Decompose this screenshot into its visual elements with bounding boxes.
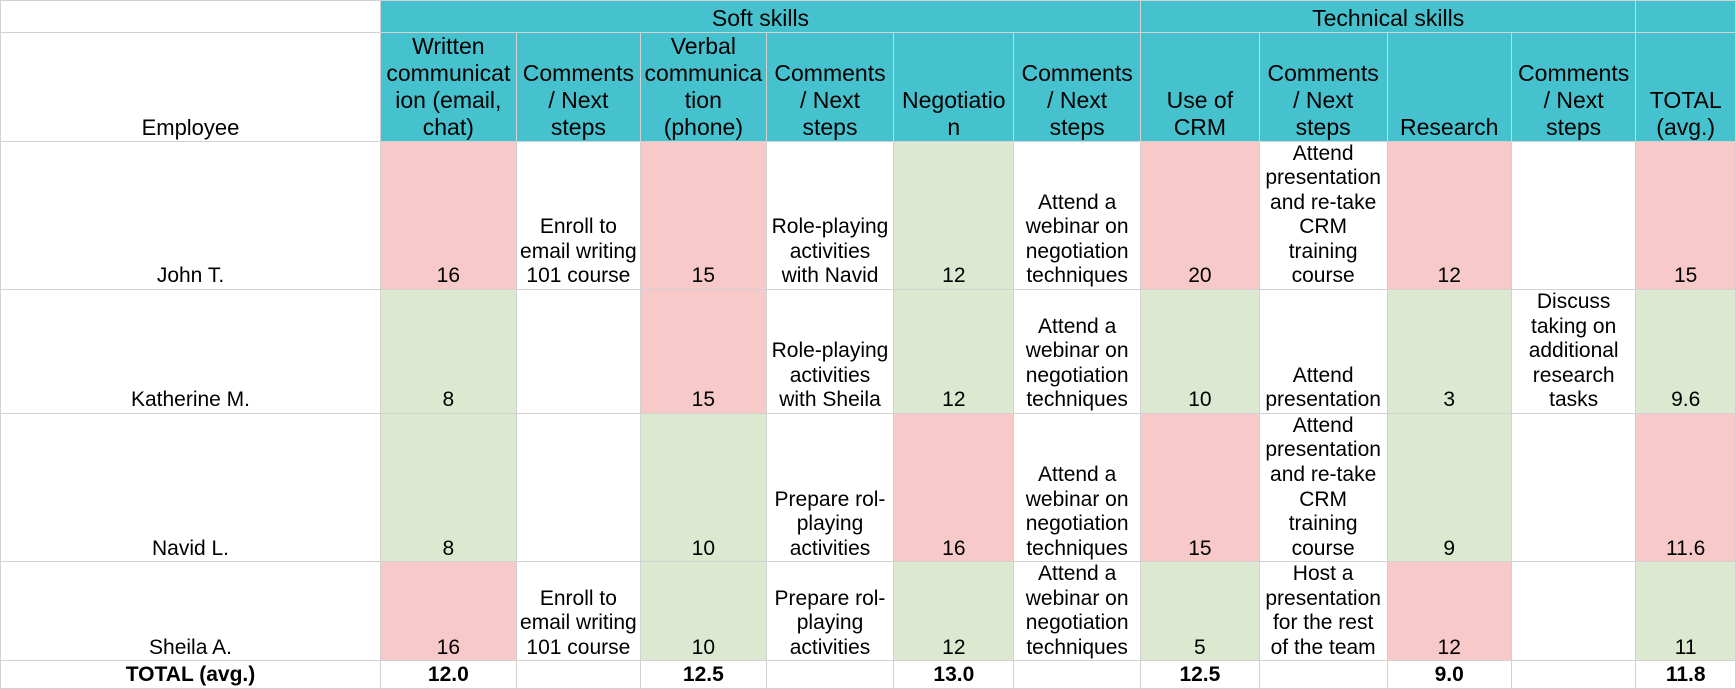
column-header-crm: Use of CRM (1140, 32, 1260, 142)
comment-cell-crm_c: Attend presentation (1258, 289, 1388, 414)
score-cell-total: 11 (1635, 561, 1736, 662)
comment-cell-written_c: Enroll to email writing 101 course (515, 140, 642, 291)
score-cell-written: 16 (379, 140, 517, 291)
skills-scorecard-table: Soft skills Technical skills Employee Writt… (0, 0, 1736, 689)
table-row: Katherine M. 8 15 Role-playing activities w… (0, 289, 1736, 414)
column-header-written_c: Comments / Next steps (515, 32, 642, 142)
column-header-total: TOTAL (avg.) (1635, 32, 1736, 142)
comment-cell-verbal_c: Prepare rol-playing activities (765, 412, 895, 563)
totals-value-total: 11.8 (1635, 660, 1736, 689)
score-cell-crm: 15 (1140, 412, 1260, 563)
totals-row-label: TOTAL (avg.) (0, 660, 381, 689)
comment-cell-negotiation_c: Attend a webinar on negotiation techniqu… (1013, 561, 1142, 662)
column-header-verbal_c: Comments / Next steps (765, 32, 895, 142)
comment-cell-written_c (515, 289, 642, 414)
score-cell-verbal: 10 (640, 412, 767, 563)
column-header-row: Employee Written communication (email, ch… (0, 32, 1736, 142)
score-cell-total: 9.6 (1635, 289, 1736, 414)
group-header-soft-skills: Soft skills (379, 0, 1142, 33)
totals-row: TOTAL (avg.) 12.0 12.5 13.0 12.5 9.0 11.8 (0, 660, 1736, 689)
totals-value-negotiation_c (1013, 660, 1142, 689)
group-header-technical-skills: Technical skills (1140, 0, 1637, 33)
score-cell-research: 9 (1386, 412, 1512, 563)
employee-name-cell: Sheila A. (0, 561, 381, 662)
score-cell-verbal: 15 (640, 289, 767, 414)
score-cell-research: 12 (1386, 561, 1512, 662)
totals-value-negotiation: 13.0 (893, 660, 1015, 689)
totals-value-written: 12.0 (379, 660, 517, 689)
totals-value-crm: 12.5 (1140, 660, 1260, 689)
score-cell-verbal: 15 (640, 140, 767, 291)
score-cell-negotiation: 12 (893, 289, 1015, 414)
score-cell-total: 11.6 (1635, 412, 1736, 563)
score-cell-verbal: 10 (640, 561, 767, 662)
column-header-research_c: Comments / Next steps (1510, 32, 1637, 142)
comment-cell-negotiation_c: Attend a webinar on negotiation techniqu… (1013, 412, 1142, 563)
comment-cell-crm_c: Host a presentation for the rest of the … (1258, 561, 1388, 662)
comment-cell-written_c (515, 412, 642, 563)
score-cell-research: 3 (1386, 289, 1512, 414)
totals-value-research: 9.0 (1386, 660, 1512, 689)
comment-cell-negotiation_c: Attend a webinar on negotiation techniqu… (1013, 140, 1142, 291)
score-cell-negotiation: 16 (893, 412, 1015, 563)
column-header-verbal: Verbal communication (phone) (640, 32, 767, 142)
employee-name-cell: John T. (0, 140, 381, 291)
score-cell-crm: 20 (1140, 140, 1260, 291)
table-row: Sheila A. 16 Enroll to email writing 101 c… (0, 561, 1736, 662)
totals-value-research_c (1510, 660, 1637, 689)
comment-cell-research_c (1510, 561, 1637, 662)
comment-cell-verbal_c: Role-playing activities with Navid (765, 140, 895, 291)
column-header-research: Research (1386, 32, 1512, 142)
comment-cell-verbal_c: Prepare rol-playing activities (765, 561, 895, 662)
group-header-row: Soft skills Technical skills (0, 0, 1736, 33)
comment-cell-research_c: Discuss taking on additional research ta… (1510, 289, 1637, 414)
corner-blank-cell (0, 0, 381, 33)
score-cell-negotiation: 12 (893, 561, 1015, 662)
totals-value-written_c (515, 660, 642, 689)
score-cell-crm: 5 (1140, 561, 1260, 662)
group-header-spacer (1635, 0, 1736, 33)
column-header-written: Written communication (email, chat) (379, 32, 517, 142)
score-cell-written: 8 (379, 412, 517, 563)
score-cell-written: 16 (379, 561, 517, 662)
employee-name-cell: Katherine M. (0, 289, 381, 414)
table-row: Navid L. 8 10 Prepare rol-playing activitie… (0, 412, 1736, 563)
score-cell-negotiation: 12 (893, 140, 1015, 291)
comment-cell-research_c (1510, 412, 1637, 563)
employee-name-cell: Navid L. (0, 412, 381, 563)
comment-cell-negotiation_c: Attend a webinar on negotiation techniqu… (1013, 289, 1142, 414)
comment-cell-verbal_c: Role-playing activities with Sheila (765, 289, 895, 414)
score-cell-written: 8 (379, 289, 517, 414)
column-header-crm_c: Comments / Next steps (1258, 32, 1388, 142)
score-cell-crm: 10 (1140, 289, 1260, 414)
comment-cell-crm_c: Attend presentation and re-take CRM trai… (1258, 140, 1388, 291)
column-header-negotiation_c: Comments / Next steps (1013, 32, 1142, 142)
totals-value-verbal: 12.5 (640, 660, 767, 689)
column-header-employee: Employee (0, 32, 381, 142)
table-row: John T. 16 Enroll to email writing 101 cou… (0, 140, 1736, 291)
score-cell-total: 15 (1635, 140, 1736, 291)
comment-cell-crm_c: Attend presentation and re-take CRM trai… (1258, 412, 1388, 563)
totals-value-verbal_c (765, 660, 895, 689)
comment-cell-written_c: Enroll to email writing 101 course (515, 561, 642, 662)
column-header-negotiation: Negotiation (893, 32, 1015, 142)
totals-value-crm_c (1258, 660, 1388, 689)
comment-cell-research_c (1510, 140, 1637, 291)
score-cell-research: 12 (1386, 140, 1512, 291)
